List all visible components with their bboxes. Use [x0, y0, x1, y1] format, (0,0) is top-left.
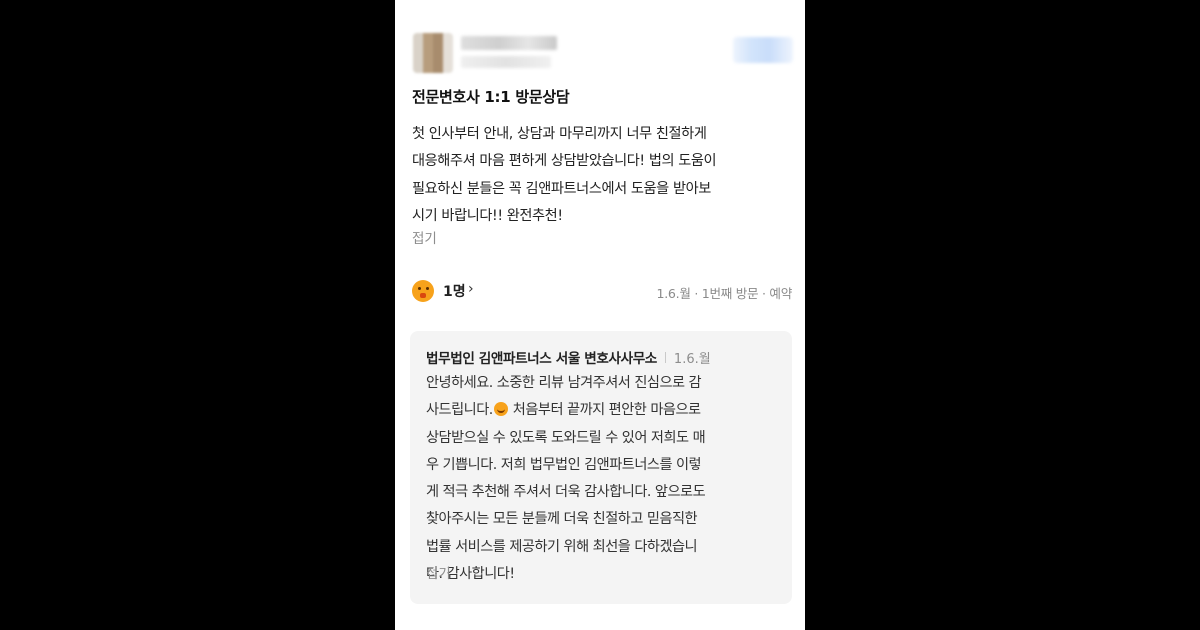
reply-line: 상담받으실 수 있도록 도와드릴 수 있어 저희도 매 — [426, 429, 706, 446]
reply-author: 법무법인 김앤파트너스 서울 변호사사무소 — [426, 351, 657, 367]
review-body: 첫 인사부터 안내, 상담과 마무리까지 너무 친절하게 대응해주셔 마음 편하… — [412, 121, 792, 231]
review-body-line: 대응해주셔 마음 편하게 상담받았습니다! 법의 도움이 — [412, 153, 717, 170]
visit-meta: 1.6.월 · 1번째 방문 · 예약 — [656, 286, 793, 301]
reviewer-name-blurred[interactable] — [461, 36, 557, 50]
review-fold-button[interactable]: 접기 — [412, 227, 437, 247]
reply-line: 우 기쁩니다. 저희 법무법인 김앤파트너스를 이렇 — [426, 456, 702, 473]
review-title: 전문변호사 1:1 방문상담 — [412, 88, 570, 106]
reviewer-avatar[interactable] — [413, 33, 453, 73]
reaction-row: 1명 › 1.6.월 · 1번째 방문 · 예약 — [412, 278, 792, 306]
reply-divider — [664, 352, 666, 363]
review-body-line: 첫 인사부터 안내, 상담과 마무리까지 너무 친절하게 — [412, 126, 707, 142]
reviewer-stats-blurred — [461, 56, 551, 68]
reply-date: 1.6.월 — [673, 352, 711, 367]
reaction-count[interactable]: 1명 — [443, 281, 466, 301]
chevron-right-icon[interactable]: › — [468, 281, 474, 297]
follow-button-blurred[interactable] — [733, 37, 793, 63]
reply-fold-button[interactable]: 접기 — [426, 562, 451, 582]
smiling-face-icon — [493, 402, 508, 417]
reply-header: 법무법인 김앤파트너스 서울 변호사사무소 1.6.월 — [426, 347, 711, 367]
review-card: 전문변호사 1:1 방문상담 첫 인사부터 안내, 상담과 마무리까지 너무 친… — [395, 0, 805, 630]
reply-body: 안녕하세요. 소중한 리뷰 남겨주셔서 진심으로 감 사드립니다. 처음부터 끝… — [426, 370, 786, 588]
reply-line: 사드립니다. 처음부터 끝까지 편안한 마음으로 — [426, 397, 786, 424]
reply-line: 안녕하세요. 소중한 리뷰 남겨주셔서 진심으로 감 — [426, 375, 702, 391]
surprised-face-icon — [412, 280, 434, 302]
reply-line: 찾아주시는 모든 분들께 더욱 친절하고 믿음직한 — [426, 511, 698, 528]
reply-line-part: 사드립니다. — [426, 402, 493, 419]
review-body-line: 필요하신 분들은 꼭 김앤파트너스에서 도움을 받아보 — [412, 180, 711, 197]
reply-line: 법률 서비스를 제공하기 위해 최선을 다하겠습니 — [426, 538, 698, 555]
reply-line-part: 처음부터 끝까지 편안한 마음으로 — [508, 402, 701, 419]
review-body-line: 시기 바랍니다!! 완전추천! — [412, 208, 563, 225]
reply-line: 게 적극 추천해 주셔서 더욱 감사합니다. 앞으로도 — [426, 484, 706, 501]
reply-line: 다. 감사합니다! — [426, 566, 515, 583]
owner-reply: 법무법인 김앤파트너스 서울 변호사사무소 1.6.월 안녕하세요. 소중한 리뷰… — [410, 331, 792, 604]
